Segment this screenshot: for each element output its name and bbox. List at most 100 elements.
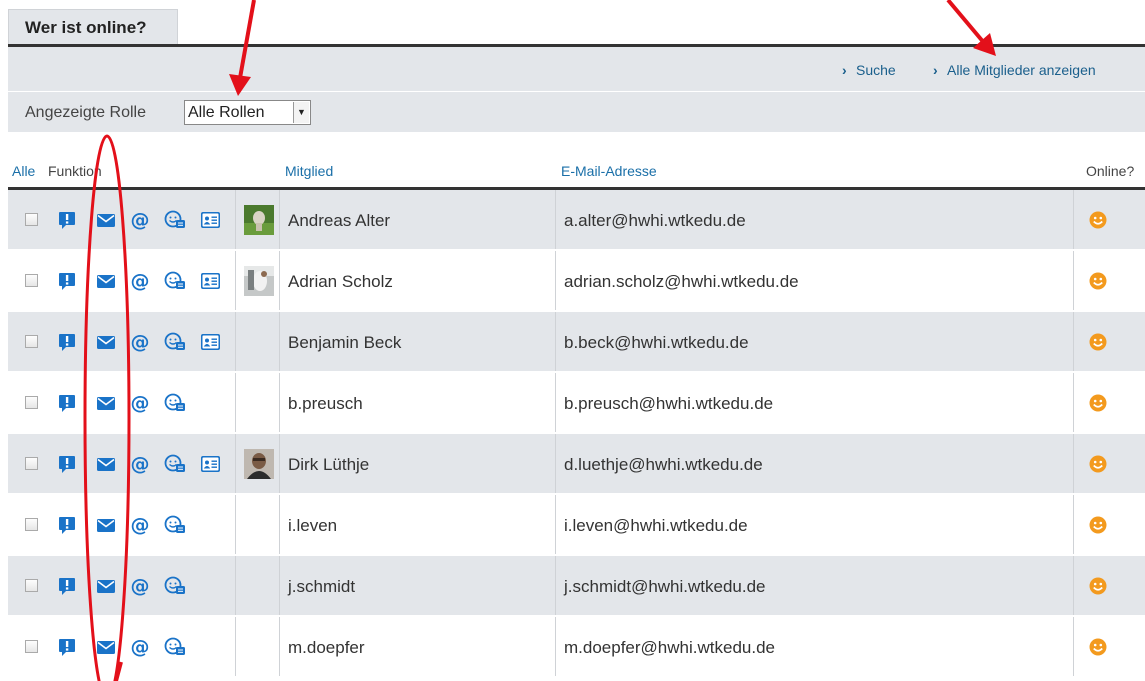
table-row: @ m.doepfer m.doepfer@hwhi.wtkedu.de (8, 617, 1145, 678)
action-bar: › Suche › Alle Mitglieder anzeigen (8, 47, 1145, 91)
row-checkbox[interactable] (25, 335, 38, 348)
row-checkbox[interactable] (25, 274, 38, 287)
svg-text:@: @ (131, 637, 150, 657)
role-filter-label: Angezeigte Rolle (25, 104, 146, 121)
row-checkbox[interactable] (25, 579, 38, 592)
member-name[interactable]: i.leven (288, 495, 337, 556)
alert-icon[interactable] (56, 271, 78, 291)
member-email[interactable]: a.alter@hwhi.wtkedu.de (564, 190, 746, 251)
chat-icon[interactable] (164, 271, 186, 291)
at-icon[interactable]: @ (129, 332, 151, 352)
chat-icon[interactable] (164, 454, 186, 474)
svg-text:@: @ (131, 271, 150, 291)
tab-bar: Wer ist online? (0, 0, 1145, 47)
chat-icon[interactable] (164, 210, 186, 230)
chat-icon[interactable] (164, 515, 186, 535)
alert-icon[interactable] (56, 576, 78, 596)
member-email[interactable]: d.luethje@hwhi.wtkedu.de (564, 434, 763, 495)
mail-icon[interactable] (95, 332, 117, 352)
mail-icon[interactable] (95, 454, 117, 474)
mail-icon[interactable] (95, 515, 117, 535)
online-smiley-icon (1089, 577, 1107, 595)
svg-text:@: @ (131, 332, 150, 352)
table-row: @ Benjamin Beck b.beck@hwhi.wtkedu.de (8, 312, 1145, 373)
alert-icon[interactable] (56, 637, 78, 657)
alert-icon[interactable] (56, 210, 78, 230)
svg-text:@: @ (131, 515, 150, 535)
row-checkbox[interactable] (25, 396, 38, 409)
role-select[interactable]: Alle Rollen ▼ (184, 100, 311, 125)
online-smiley-icon (1089, 272, 1107, 290)
online-smiley-icon (1089, 211, 1107, 229)
member-name[interactable]: m.doepfer (288, 617, 365, 678)
online-smiley-icon (1089, 455, 1107, 473)
member-email[interactable]: j.schmidt@hwhi.wtkedu.de (564, 556, 766, 617)
avatar (244, 449, 274, 479)
member-email[interactable]: adrian.scholz@hwhi.wtkedu.de (564, 251, 799, 312)
alert-icon[interactable] (56, 515, 78, 535)
member-header[interactable]: Mitglied (285, 156, 333, 187)
contact-card-icon[interactable] (199, 454, 221, 474)
member-email[interactable]: i.leven@hwhi.wtkedu.de (564, 495, 748, 556)
row-checkbox[interactable] (25, 640, 38, 653)
at-icon[interactable]: @ (129, 393, 151, 413)
at-icon[interactable]: @ (129, 515, 151, 535)
at-icon[interactable]: @ (129, 454, 151, 474)
at-icon[interactable]: @ (129, 637, 151, 657)
table-body: @ Andreas Alter a.alter@hwhi.wtkedu.de @… (8, 190, 1145, 678)
chat-icon[interactable] (164, 332, 186, 352)
online-smiley-icon (1089, 638, 1107, 656)
at-icon[interactable]: @ (129, 210, 151, 230)
role-filter-bar: Angezeigte Rolle Alle Rollen ▼ (8, 92, 1145, 132)
alert-icon[interactable] (56, 332, 78, 352)
member-name[interactable]: Dirk Lüthje (288, 434, 369, 495)
show-all-members-label: Alle Mitglieder anzeigen (947, 62, 1096, 78)
avatar (244, 205, 274, 235)
row-checkbox[interactable] (25, 213, 38, 226)
online-smiley-icon (1089, 333, 1107, 351)
tab-who-is-online[interactable]: Wer ist online? (8, 9, 178, 45)
dropdown-arrow-icon[interactable]: ▼ (293, 102, 309, 123)
search-link[interactable]: › Suche (842, 47, 896, 91)
contact-card-icon[interactable] (199, 332, 221, 352)
alert-icon[interactable] (56, 393, 78, 413)
chat-icon[interactable] (164, 576, 186, 596)
alert-icon[interactable] (56, 454, 78, 474)
member-email[interactable]: b.beck@hwhi.wtkedu.de (564, 312, 749, 373)
member-email[interactable]: b.preusch@hwhi.wtkedu.de (564, 373, 773, 434)
contact-card-icon[interactable] (199, 210, 221, 230)
at-icon[interactable]: @ (129, 576, 151, 596)
member-name[interactable]: Benjamin Beck (288, 312, 401, 373)
show-all-members-link[interactable]: › Alle Mitglieder anzeigen (933, 47, 1096, 91)
chat-icon[interactable] (164, 637, 186, 657)
mail-icon[interactable] (95, 271, 117, 291)
function-header: Funktion (48, 163, 102, 179)
member-name[interactable]: Andreas Alter (288, 190, 390, 251)
svg-text:@: @ (131, 393, 150, 413)
role-select-value: Alle Rollen (188, 104, 265, 121)
mail-icon[interactable] (95, 576, 117, 596)
search-link-label: Suche (856, 62, 896, 78)
table-row: @ i.leven i.leven@hwhi.wtkedu.de (8, 495, 1145, 556)
table-row: @ b.preusch b.preusch@hwhi.wtkedu.de (8, 373, 1145, 434)
chat-icon[interactable] (164, 393, 186, 413)
online-smiley-icon (1089, 394, 1107, 412)
email-header[interactable]: E-Mail-Adresse (561, 156, 657, 187)
select-all-link[interactable]: Alle (12, 156, 35, 187)
mail-icon[interactable] (95, 393, 117, 413)
at-icon[interactable]: @ (129, 271, 151, 291)
mail-icon[interactable] (95, 637, 117, 657)
table-row: @ Adrian Scholz adrian.scholz@hwhi.wtked… (8, 251, 1145, 312)
member-name[interactable]: Adrian Scholz (288, 251, 393, 312)
svg-text:@: @ (131, 454, 150, 474)
table-row: @ Andreas Alter a.alter@hwhi.wtkedu.de (8, 190, 1145, 251)
member-name[interactable]: b.preusch (288, 373, 363, 434)
table-row: @ j.schmidt j.schmidt@hwhi.wtkedu.de (8, 556, 1145, 617)
mail-icon[interactable] (95, 210, 117, 230)
contact-card-icon[interactable] (199, 271, 221, 291)
member-name[interactable]: j.schmidt (288, 556, 355, 617)
row-checkbox[interactable] (25, 518, 38, 531)
table-row: @ Dirk Lüthje d.luethje@hwhi.wtkedu.de (8, 434, 1145, 495)
row-checkbox[interactable] (25, 457, 38, 470)
member-email[interactable]: m.doepfer@hwhi.wtkedu.de (564, 617, 775, 678)
